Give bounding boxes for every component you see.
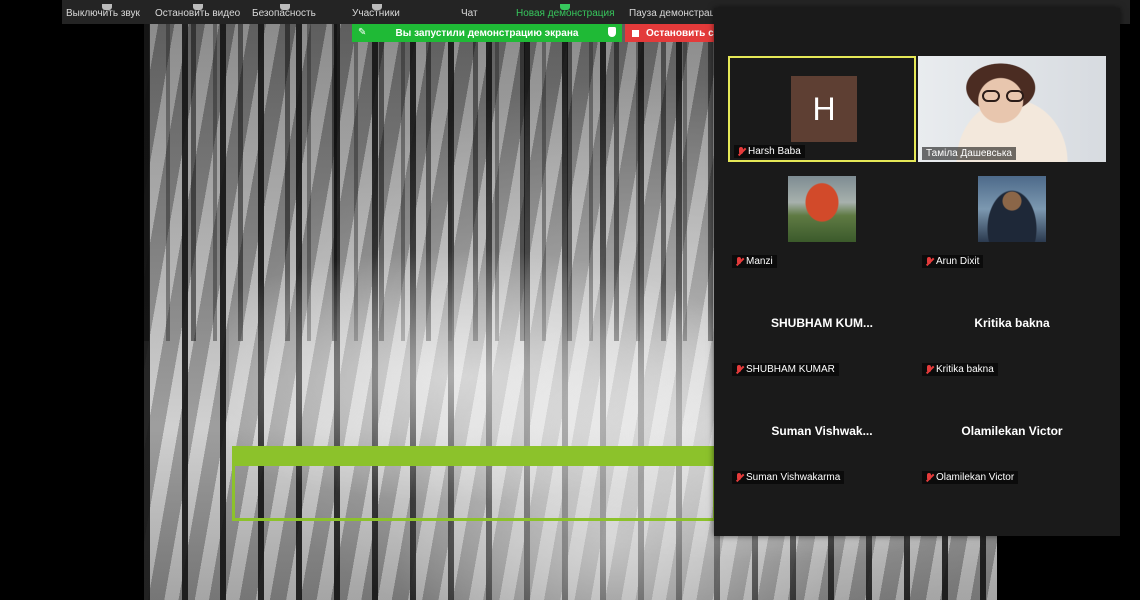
participant-display-name: Olamilekan Victor xyxy=(961,424,1063,438)
mic-icon xyxy=(102,4,112,10)
stop-video-button[interactable]: Остановить видео xyxy=(155,4,240,19)
participant-name: Kritika bakna xyxy=(922,363,998,376)
participant-name: Suman Vishwakarma xyxy=(732,471,845,484)
security-button[interactable]: Безопасность xyxy=(252,4,316,19)
participant-name: Manzi xyxy=(732,255,777,268)
chat-button[interactable]: Чат xyxy=(461,8,478,19)
video-icon xyxy=(193,4,203,10)
participant-name: SHUBHAM KUMAR xyxy=(732,363,839,376)
mute-button[interactable]: Выключить звук xyxy=(66,4,140,19)
participant-tile[interactable]: Arun Dixit xyxy=(918,164,1106,270)
participant-tile[interactable]: Manzi xyxy=(728,164,916,270)
avatar: H xyxy=(791,76,857,142)
annotation-rectangle xyxy=(232,466,716,521)
participant-name: Olamilekan Victor xyxy=(922,471,1019,484)
participant-tile[interactable]: Kritika bakna Kritika bakna xyxy=(918,272,1106,378)
stop-icon xyxy=(632,29,639,37)
participant-name: Harsh Baba xyxy=(734,145,805,158)
pause-share-button[interactable]: Пауза демонстрации xyxy=(629,8,713,19)
mic-muted-icon xyxy=(925,473,933,482)
participants-icon xyxy=(372,4,382,10)
shield-icon xyxy=(280,4,290,10)
participant-display-name: Kritika bakna xyxy=(974,316,1050,330)
participant-photo xyxy=(978,176,1046,242)
participant-tile[interactable]: Таміла Дашевська xyxy=(918,56,1106,162)
mic-muted-icon xyxy=(737,147,745,156)
share-status-banner: ✎ Вы запустили демонстрацию экрана xyxy=(352,24,622,42)
participants-button[interactable]: Участники xyxy=(352,4,400,19)
participant-photo xyxy=(788,176,856,242)
shield-icon xyxy=(608,27,616,37)
new-share-button[interactable]: Новая демонстрация xyxy=(516,4,615,19)
participant-name: Таміла Дашевська xyxy=(922,147,1016,160)
glasses xyxy=(982,90,1028,102)
mic-muted-icon xyxy=(925,257,933,266)
pin-icon: ✎ xyxy=(358,27,367,38)
participant-display-name: SHUBHAM KUM... xyxy=(771,316,873,330)
participant-tile[interactable]: Olamilekan Victor Olamilekan Victor xyxy=(918,380,1106,486)
stop-share-button[interactable]: Остановить совместное использование xyxy=(625,24,717,42)
mic-muted-icon xyxy=(735,473,743,482)
mic-muted-icon xyxy=(925,365,933,374)
participant-name: Arun Dixit xyxy=(922,255,984,268)
participant-tile[interactable]: Suman Vishwak... Suman Vishwakarma xyxy=(728,380,916,486)
share-screen-icon xyxy=(560,4,570,10)
mic-muted-icon xyxy=(735,365,743,374)
participant-tile[interactable]: H Harsh Baba xyxy=(728,56,916,162)
participant-display-name: Suman Vishwak... xyxy=(771,424,873,438)
mic-muted-icon xyxy=(735,257,743,266)
annotation-bar xyxy=(232,446,714,466)
video-gallery-panel: H Harsh Baba Таміла Дашевська Manzi Arun… xyxy=(714,8,1120,536)
participant-tile[interactable]: SHUBHAM KUM... SHUBHAM KUMAR xyxy=(728,272,916,378)
